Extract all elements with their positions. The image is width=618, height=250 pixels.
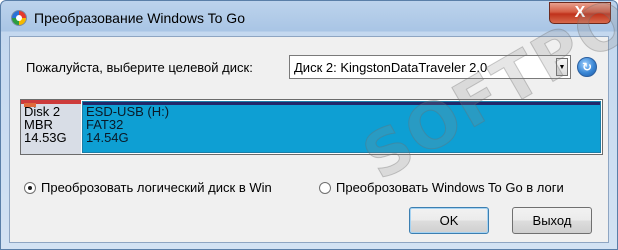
option-convert-logical-disk[interactable]: Преоброзовать логический диск в Win [24, 180, 316, 198]
disk-map: Disk 2 MBR 14.53G ESD-USB (H:) FAT32 14.… [20, 99, 603, 155]
partition-stripe [83, 102, 600, 105]
dialog-body: Пожалуйста, выберите целевой диск: Диск … [9, 36, 609, 243]
radio-button-unchecked[interactable] [319, 182, 331, 194]
refresh-icon[interactable]: ↻ [577, 57, 597, 77]
partition-size: 14.54G [86, 130, 129, 145]
chevron-down-icon[interactable]: ▼ [556, 58, 568, 76]
target-disk-dropdown[interactable]: Диск 2: KingstonDataTraveler 2.0 ▼ [289, 55, 571, 79]
partition-filesystem: FAT32 [86, 117, 124, 132]
target-disk-label: Пожалуйста, выберите целевой диск: [26, 60, 253, 75]
ok-button[interactable]: OK [409, 207, 489, 234]
disk-info-block: Disk 2 MBR 14.53G [21, 100, 81, 154]
window-title: Преобразование Windows To Go [34, 10, 245, 26]
option-label: Преоброзовать Windows To Go в логи [336, 180, 564, 195]
disk-icon [24, 103, 36, 107]
option-label: Преоброзовать логический диск в Win [41, 180, 272, 195]
app-logo-icon [11, 10, 27, 26]
close-button[interactable]: X [549, 2, 611, 24]
app-window: Преобразование Windows To Go X Пожалуйст… [0, 0, 618, 250]
option-convert-wtg-to-logical[interactable]: Преоброзовать Windows To Go в логи [319, 180, 603, 198]
target-disk-selected-value: Диск 2: KingstonDataTraveler 2.0 [294, 60, 488, 75]
title-bar[interactable]: Преобразование Windows To Go X [1, 1, 617, 35]
partition-block[interactable]: ESD-USB (H:) FAT32 14.54G [82, 101, 601, 153]
disk-size: 14.53G [24, 130, 67, 145]
partition-name: ESD-USB (H:) [86, 104, 170, 119]
radio-button-checked[interactable] [24, 182, 36, 194]
exit-button[interactable]: Выход [512, 207, 592, 234]
